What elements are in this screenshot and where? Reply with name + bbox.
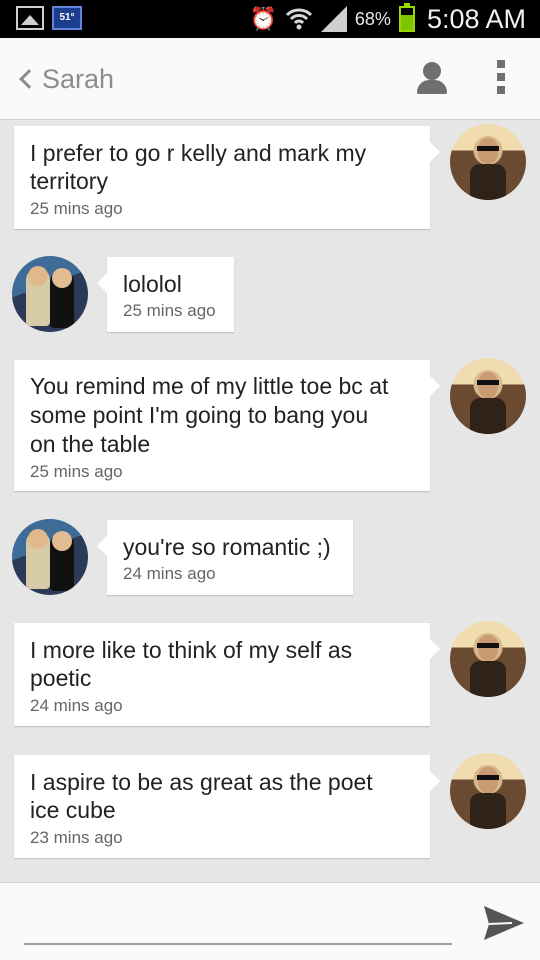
message-bubble-sent[interactable]: I prefer to go r kelly and mark my terri… [14, 126, 440, 229]
overflow-menu-button[interactable] [494, 60, 508, 100]
alarm-icon: ⏰ [249, 6, 277, 31]
back-button[interactable]: Sarah [14, 58, 114, 100]
message-input[interactable] [24, 897, 452, 945]
my-avatar[interactable] [450, 753, 526, 829]
message-timestamp: 25 mins ago [30, 462, 123, 481]
person-icon [423, 62, 441, 80]
message-text-line: ice cube [30, 797, 116, 823]
message-bubble-received[interactable]: lololol 25 mins ago [97, 257, 234, 332]
gallery-icon [16, 6, 44, 30]
message-text-line: territory [30, 168, 108, 194]
my-avatar[interactable] [450, 358, 526, 434]
message-bubble-sent[interactable]: I aspire to be as great as the poet ice … [14, 755, 440, 858]
contact-avatar[interactable] [12, 256, 88, 332]
message-bubble-sent[interactable]: You remind me of my little toe bc at som… [14, 360, 440, 491]
message-text-line: I aspire to be as great as the poet [30, 769, 373, 795]
message-timestamp: 24 mins ago [30, 696, 123, 715]
battery-icon [398, 3, 415, 32]
wifi-icon [285, 8, 312, 30]
conversation-header: Sarah [0, 38, 540, 120]
message-bubble-sent[interactable]: I more like to think of my self as poeti… [14, 623, 440, 726]
message-bubble-received[interactable]: you're so romantic ;) 24 mins ago [97, 520, 353, 595]
message-text-line: on the table [30, 431, 151, 457]
chevron-left-icon [19, 69, 39, 89]
message-timestamp: 23 mins ago [30, 828, 123, 847]
compose-bar [0, 882, 540, 960]
send-icon[interactable] [482, 903, 526, 943]
contact-avatar[interactable] [12, 519, 88, 595]
message-text-line: some point I'm going to bang you [30, 402, 369, 428]
message-timestamp: 24 mins ago [123, 564, 216, 583]
overflow-menu-icon [497, 60, 505, 68]
message-text-line: poetic [30, 665, 92, 691]
weather-icon: 51° [52, 6, 82, 30]
message-timestamp: 25 mins ago [123, 301, 216, 320]
message-text-line: lololol [123, 271, 182, 297]
status-bar: 51° ⏰ 68% 5:08 AM [0, 0, 540, 38]
message-timestamp: 25 mins ago [30, 199, 123, 218]
battery-percent: 68% [354, 8, 391, 29]
my-avatar[interactable] [450, 621, 526, 697]
message-text-line: I prefer to go r kelly and mark my [30, 140, 367, 166]
clock: 5:08 AM [426, 3, 526, 34]
message-text-line: you're so romantic ;) [123, 534, 331, 560]
signal-icon [320, 6, 347, 32]
message-text-line: You remind me of my little toe bc at [30, 373, 389, 399]
profile-button[interactable] [416, 62, 448, 96]
message-text-line: I more like to think of my self as [30, 637, 353, 663]
contact-name: Sarah [42, 63, 115, 94]
my-avatar[interactable] [450, 124, 526, 200]
